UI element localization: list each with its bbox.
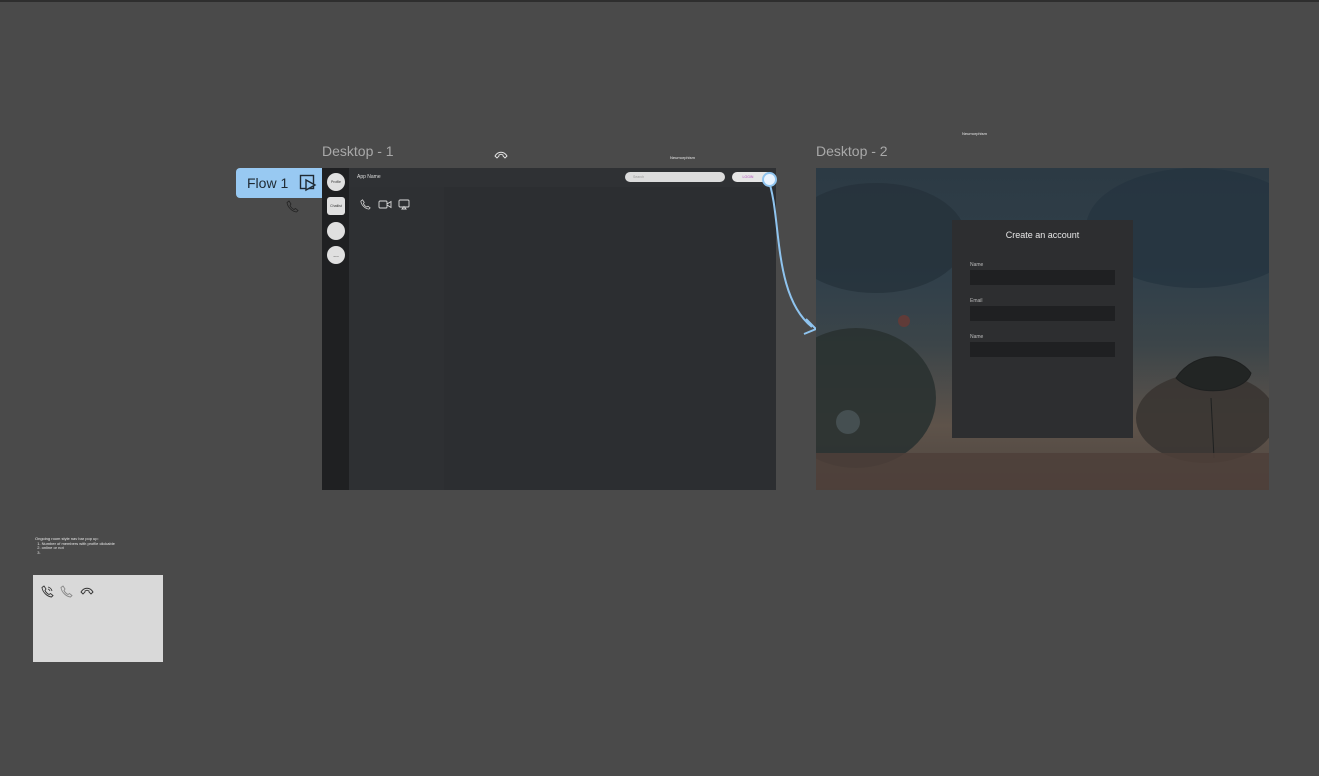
neumorphism-label: Neumorphism (670, 155, 695, 160)
chat-list-panel (349, 187, 444, 490)
frame-title-desktop-2[interactable]: Desktop - 2 (816, 143, 888, 159)
hang-up-icon[interactable] (80, 586, 94, 596)
profile-button[interactable]: Profile (327, 173, 345, 191)
phone-icon[interactable] (360, 199, 371, 210)
desktop-2-frame: Create an account Name Email Name (816, 168, 1269, 490)
card-title: Create an account (1005, 230, 1080, 240)
email-field-label: Email (970, 298, 983, 304)
flow-label: Flow 1 (247, 175, 289, 191)
chatlist-button[interactable]: Chatlist (327, 197, 345, 215)
phone-calling-icon[interactable] (41, 585, 54, 598)
app-name: App Name (357, 174, 381, 180)
chat-main-area (444, 187, 776, 490)
flow-starting-point[interactable]: Flow 1 (236, 168, 324, 198)
rail-button[interactable] (327, 222, 345, 240)
call-icons-component[interactable] (33, 575, 163, 662)
screen-share-icon[interactable] (398, 199, 410, 210)
email-input[interactable] (970, 306, 1115, 321)
search-input[interactable]: Search (625, 172, 725, 182)
play-prototype-icon[interactable] (299, 174, 317, 192)
design-note-text[interactable]: Ongoing room style nav bar pop up: 1. Nu… (35, 536, 115, 555)
name-input-2[interactable] (970, 342, 1115, 357)
video-camera-icon[interactable] (378, 199, 392, 210)
connector-handle[interactable] (762, 172, 777, 187)
neumorphism-label: Neumorphism (962, 131, 987, 136)
desktop-1-frame: Profile Chatlist ... App Name Search LOG… (322, 168, 776, 490)
phone-icon[interactable] (60, 585, 73, 598)
canvas-top-border (0, 0, 1319, 2)
sidebar-rail: Profile Chatlist ... (322, 168, 349, 490)
name-field-label: Name (970, 262, 984, 268)
more-button[interactable]: ... (327, 246, 345, 264)
top-bar: App Name Search LOGIN (349, 168, 776, 187)
frame-title-desktop-1[interactable]: Desktop - 1 (322, 143, 394, 159)
name-input[interactable] (970, 270, 1115, 285)
hang-up-icon[interactable] (494, 150, 508, 160)
create-account-card: Create an account Name Email Name (952, 220, 1133, 438)
name-field-label: Name (970, 334, 984, 340)
phone-icon[interactable] (286, 200, 299, 213)
